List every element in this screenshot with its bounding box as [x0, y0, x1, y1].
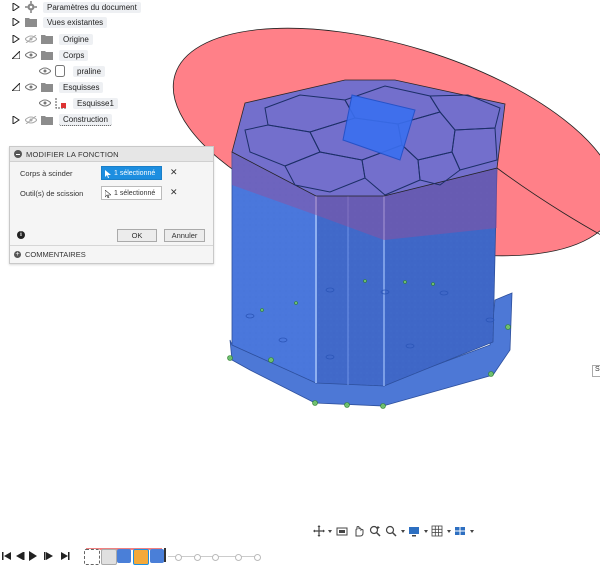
tree-item-sketches[interactable]: Esquisses: [11, 80, 104, 94]
zoom-window-icon[interactable]: [384, 524, 398, 538]
pan-icon[interactable]: [351, 524, 365, 538]
extrude-feature-icon[interactable]: [101, 549, 117, 565]
collapse-icon[interactable]: [14, 150, 22, 158]
timeline-node[interactable]: [194, 554, 201, 561]
clear-selection-icon[interactable]: ✕: [170, 167, 178, 178]
folder-icon: [25, 17, 37, 27]
folder-icon: [41, 115, 53, 125]
cursor-icon: [105, 190, 111, 198]
grid-icon[interactable]: [430, 524, 444, 538]
zoom-icon[interactable]: [368, 524, 382, 538]
expand-toggle-icon[interactable]: [11, 17, 21, 27]
timeline-node[interactable]: [254, 554, 261, 561]
folder-icon: [41, 34, 53, 44]
tree-item-named-views[interactable]: Vues existantes: [11, 15, 108, 29]
timeline-node[interactable]: [212, 554, 219, 561]
eye-hidden-icon[interactable]: [25, 34, 37, 44]
split-tool-label: Outil(s) de scission: [20, 189, 84, 198]
expand-toggle-icon[interactable]: [11, 2, 21, 12]
eye-icon[interactable]: [25, 82, 37, 92]
gear-icon: [25, 1, 37, 13]
expand-toggle-icon[interactable]: [11, 115, 21, 125]
tree-item-sketch1[interactable]: Esquisse1: [39, 96, 118, 110]
eye-icon[interactable]: [39, 98, 51, 108]
expand-plus-icon[interactable]: +: [14, 250, 21, 258]
tree-item-bodies[interactable]: Corps: [11, 48, 89, 62]
collapse-toggle-icon[interactable]: [11, 50, 21, 60]
chevron-down-icon[interactable]: [470, 524, 475, 538]
split-feature-icon[interactable]: [133, 549, 149, 565]
display-settings-icon[interactable]: [407, 524, 421, 538]
sketch-icon: [55, 98, 67, 109]
split-body-feature-icon[interactable]: [150, 549, 164, 563]
side-panel-tab[interactable]: Se: [592, 365, 600, 377]
body-feature-icon[interactable]: [117, 549, 131, 563]
ok-button[interactable]: OK: [117, 229, 157, 242]
tree-item-label: Esquisse1: [73, 97, 118, 109]
tree-item-label: Construction: [59, 114, 112, 126]
chevron-down-icon[interactable]: [401, 524, 406, 538]
folder-icon: [41, 50, 53, 60]
tree-item-document-settings[interactable]: Paramètres du document: [11, 0, 141, 14]
selection-count: 1 sélectionné: [114, 189, 156, 197]
clear-selection-icon[interactable]: ✕: [170, 187, 178, 198]
selection-count: 1 sélectionné: [114, 169, 156, 177]
body-to-split-label: Corps à scinder: [20, 169, 73, 178]
timeline-node[interactable]: [235, 554, 242, 561]
split-tool-selector[interactable]: 1 sélectionné: [101, 186, 162, 200]
eye-hidden-icon[interactable]: [25, 115, 37, 125]
first-icon[interactable]: [2, 551, 12, 561]
previous-icon[interactable]: [15, 551, 25, 561]
tree-item-construction[interactable]: Construction: [11, 113, 112, 127]
orbit-icon[interactable]: [312, 524, 326, 538]
tree-item-label: Vues existantes: [43, 16, 108, 28]
expand-toggle-icon[interactable]: [11, 34, 21, 44]
folder-icon: [41, 82, 53, 92]
comments-section[interactable]: + COMMENTAIRES: [10, 248, 86, 260]
collapse-toggle-icon[interactable]: [11, 82, 21, 92]
chevron-down-icon[interactable]: [328, 524, 333, 538]
dialog-title: MODIFIER LA FONCTION: [26, 149, 119, 159]
edit-feature-dialog: MODIFIER LA FONCTION Corps à scinder 1 s…: [9, 146, 214, 264]
viewports-icon[interactable]: [453, 524, 467, 538]
dialog-divider: [10, 245, 213, 246]
tree-item-body-praline[interactable]: praline: [39, 64, 106, 78]
tree-item-label: Esquisses: [59, 81, 104, 93]
comments-label: COMMENTAIRES: [25, 249, 86, 259]
timeline: [0, 548, 600, 565]
tree-item-label: praline: [73, 65, 106, 77]
cursor-icon: [105, 170, 111, 178]
praline-body[interactable]: [227, 79, 513, 409]
dialog-header[interactable]: MODIFIER LA FONCTION: [10, 147, 213, 162]
body-icon: [55, 65, 67, 77]
tree-item-origin[interactable]: Origine: [11, 32, 93, 46]
eye-icon[interactable]: [25, 50, 37, 60]
navigation-bar: [312, 523, 474, 539]
play-icon[interactable]: [28, 551, 38, 561]
tree-item-label: Paramètres du document: [43, 1, 141, 13]
timeline-marker[interactable]: [164, 548, 166, 562]
body-to-split-selector[interactable]: 1 sélectionné: [101, 166, 162, 180]
eye-icon[interactable]: [39, 66, 51, 76]
sketch-feature-icon[interactable]: [84, 549, 100, 565]
tree-item-label: Origine: [59, 33, 93, 45]
look-at-icon[interactable]: [335, 524, 349, 538]
tree-item-label: Corps: [59, 49, 89, 61]
last-icon[interactable]: [60, 551, 70, 561]
timeline-node[interactable]: [175, 554, 182, 561]
chevron-down-icon[interactable]: [424, 524, 429, 538]
next-icon[interactable]: [44, 551, 54, 561]
chevron-down-icon[interactable]: [447, 524, 452, 538]
info-icon[interactable]: i: [17, 231, 25, 239]
cancel-button[interactable]: Annuler: [164, 229, 205, 242]
